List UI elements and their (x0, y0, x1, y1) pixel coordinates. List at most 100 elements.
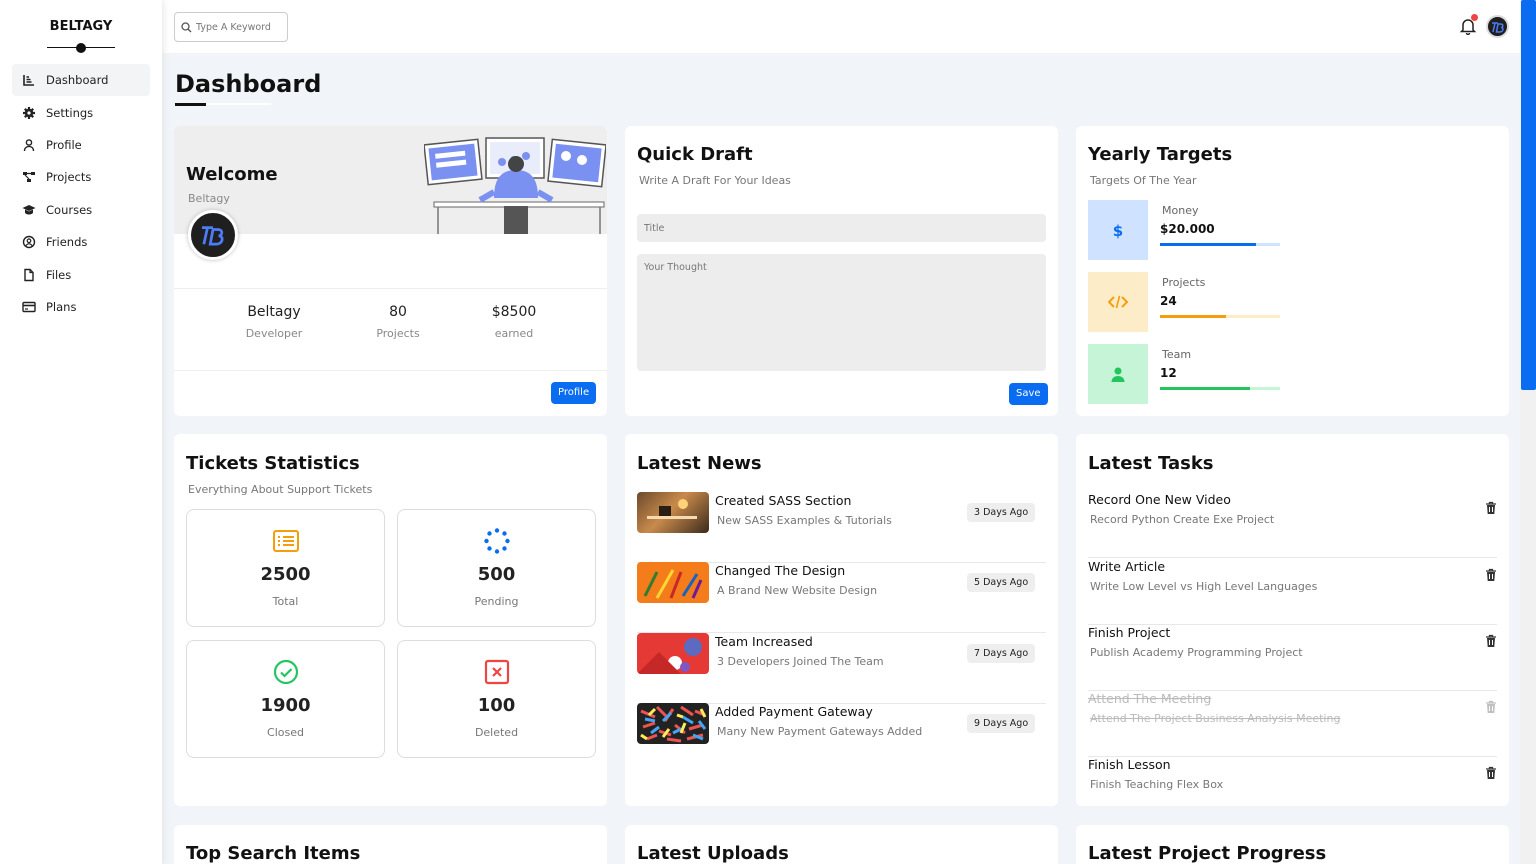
profile-button[interactable]: Profile (551, 382, 597, 404)
news-item[interactable]: Changed The Design A Brand New Website D… (637, 562, 1046, 633)
sidebar-item-friends[interactable]: Friends (12, 226, 150, 258)
trash-icon[interactable] (1485, 501, 1497, 515)
x-square-icon (484, 659, 510, 685)
ticket-value: 500 (477, 564, 516, 585)
news-subtitle: Many New Payment Gateways Added (717, 725, 923, 738)
sidebar-item-label: Plans (46, 299, 77, 314)
news-thumbnail (637, 703, 709, 744)
task-item: Write Article Write Low Level vs High Le… (1088, 559, 1497, 625)
target-value: 12 (1160, 366, 1177, 380)
news-item[interactable]: Created SASS Section New SASS Examples &… (637, 492, 1046, 563)
task-title: Write Article (1088, 559, 1166, 574)
save-button[interactable]: Save (1009, 383, 1048, 405)
panel-title: Latest Project Progress (1088, 843, 1327, 864)
sidebar-item-label: Files (46, 267, 72, 282)
target-value: $20.000 (1160, 222, 1215, 236)
panel-title: Yearly Targets (1088, 144, 1233, 165)
draft-body-textarea[interactable] (637, 254, 1046, 371)
search-box[interactable] (174, 12, 288, 42)
avatar[interactable] (1486, 15, 1509, 38)
task-item-completed: Attend The Meeting Attend The Project Bu… (1088, 691, 1497, 757)
target-progress-fill (1160, 315, 1226, 318)
draft-title-input[interactable] (637, 214, 1046, 242)
title-underline-accent (175, 103, 206, 106)
sidebar-item-files[interactable]: Files (12, 258, 150, 290)
top-bar (162, 0, 1520, 53)
graduation-cap-icon (22, 204, 36, 215)
target-label: Projects (1162, 276, 1206, 289)
target-progress-track (1160, 243, 1280, 246)
news-subtitle: A Brand New Website Design (717, 584, 878, 597)
sidebar-nav: Dashboard Settings Profile Projects Cour… (12, 64, 150, 323)
sidebar-item-projects[interactable]: Projects (12, 161, 150, 193)
news-item[interactable]: Added Payment Gateway Many New Payment G… (637, 703, 1046, 774)
task-subtitle: Write Low Level vs High Level Languages (1090, 580, 1318, 593)
stat-value: $8500 (491, 304, 537, 320)
sidebar-item-settings[interactable]: Settings (12, 96, 150, 128)
ticket-label: Closed (267, 726, 304, 739)
welcome-stat-role: Beltagy Developer (224, 304, 324, 340)
sidebar-item-label: Profile (46, 137, 82, 152)
notification-dot (1471, 14, 1478, 21)
task-subtitle: Attend The Project Business Analysis Mee… (1090, 712, 1341, 725)
news-date: 9 Days Ago (967, 714, 1036, 733)
stat-label: earned (494, 327, 534, 340)
welcome-panel: Welcome Beltagy Beltagy Developer 80 Pro… (174, 126, 607, 416)
svg-text:$: $ (1113, 222, 1123, 239)
page-title: Dashboard (175, 70, 322, 98)
user-icon (1111, 367, 1125, 382)
divider (174, 370, 607, 371)
target-money-tile: $ (1088, 200, 1148, 260)
target-team-tile (1088, 344, 1148, 404)
panel-title: Tickets Statistics (186, 453, 360, 474)
stat-label: Developer (245, 327, 303, 340)
target-value: 24 (1160, 294, 1177, 308)
trash-icon[interactable] (1485, 568, 1497, 582)
sidebar: BELTAGY Dashboard Settings Profile Proje… (0, 0, 162, 864)
stat-value: Beltagy (247, 304, 301, 320)
task-title: Record One New Video (1088, 492, 1231, 507)
target-label: Money (1162, 204, 1199, 217)
panel-subtitle: Everything About Support Tickets (188, 483, 373, 496)
circle-user-icon (22, 235, 36, 249)
ticket-total-card: 2500 Total (186, 509, 385, 627)
sidebar-item-label: Courses (46, 202, 93, 217)
latest-tasks-panel: Latest Tasks Record One New Video Record… (1076, 434, 1509, 806)
task-title: Attend The Meeting (1088, 691, 1212, 706)
trash-icon[interactable] (1485, 766, 1497, 780)
code-icon (1108, 295, 1128, 309)
panel-subtitle: Write A Draft For Your Ideas (639, 174, 791, 187)
welcome-title: Welcome (186, 164, 278, 185)
logo-dot (76, 43, 86, 53)
target-progress-fill (1160, 243, 1256, 246)
news-thumbnail (637, 633, 709, 674)
trash-icon[interactable] (1485, 700, 1497, 714)
sidebar-item-dashboard[interactable]: Dashboard (12, 64, 150, 97)
diagram-project-icon (23, 172, 35, 183)
search-input[interactable] (196, 21, 282, 33)
news-item[interactable]: Team Increased 3 Developers Joined The T… (637, 633, 1046, 704)
trash-icon[interactable] (1485, 634, 1497, 648)
sidebar-item-label: Projects (46, 170, 92, 185)
sidebar-item-label: Dashboard (46, 73, 109, 88)
sidebar-item-profile[interactable]: Profile (12, 129, 150, 161)
panel-title: Latest News (637, 453, 762, 474)
target-progress-track (1160, 315, 1280, 318)
sidebar-item-plans[interactable]: Plans (12, 291, 150, 323)
ticket-closed-card: 1900 Closed (186, 640, 385, 758)
spinner-icon (484, 528, 510, 554)
welcome-stat-earned: $8500 earned (464, 304, 564, 340)
avatar-logo-icon (1491, 21, 1504, 33)
task-subtitle: Publish Academy Programming Project (1090, 646, 1303, 659)
news-thumbnail (637, 492, 709, 533)
search-icon (181, 21, 192, 32)
target-progress-track (1160, 387, 1280, 390)
sidebar-item-label: Friends (46, 235, 88, 250)
news-title: Added Payment Gateway (715, 704, 873, 719)
welcome-name: Beltagy (188, 192, 230, 205)
tickets-statistics-panel: Tickets Statistics Everything About Supp… (174, 434, 607, 806)
sidebar-item-courses[interactable]: Courses (12, 194, 150, 226)
scrollbar-thumb[interactable] (1521, 0, 1536, 390)
news-title: Created SASS Section (715, 493, 852, 508)
latest-uploads-panel: Latest Uploads (625, 825, 1058, 864)
